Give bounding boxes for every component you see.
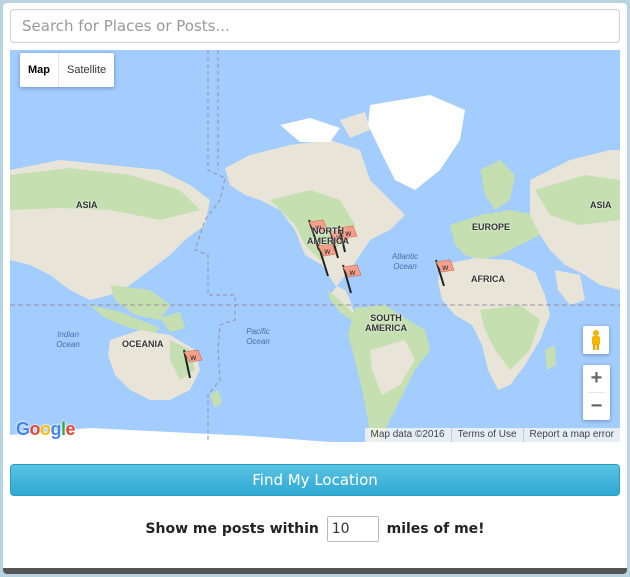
ocean-label-pacific: Pacific Ocean (246, 327, 270, 346)
continent-label-asia-left: ASIA (76, 200, 98, 210)
bottom-bar (3, 568, 627, 574)
radius-suffix-label: miles of me! (386, 521, 485, 537)
radius-filter: Show me posts within miles of me! (0, 516, 630, 542)
terms-of-use-link[interactable]: Terms of Use (450, 428, 523, 442)
continent-label-europe: EUROPE (472, 222, 511, 232)
world-map[interactable]: w w w w w w w (10, 50, 620, 442)
zoom-in-button[interactable]: + (583, 365, 610, 392)
report-map-error-link[interactable]: Report a map error (522, 428, 620, 442)
map-data-text: Map data ©2016 (370, 429, 445, 440)
continent-label-north-america: NORTH AMERICA (307, 226, 349, 246)
svg-text:w: w (442, 263, 449, 272)
map-type-map-button[interactable]: Map (20, 53, 58, 87)
zoom-out-button[interactable]: − (583, 393, 610, 420)
google-logo[interactable]: Google (16, 419, 76, 440)
zoom-control: + − (583, 365, 610, 420)
continent-label-south-america: SOUTH AMERICA (365, 313, 407, 333)
svg-text:w: w (349, 268, 356, 277)
map-type-control: Map Satellite (20, 53, 115, 87)
map-type-satellite-button[interactable]: Satellite (58, 53, 114, 87)
ocean-label-indian: Indian Ocean (56, 330, 80, 349)
find-my-location-button[interactable]: Find My Location (10, 464, 620, 496)
continent-label-africa: AFRICA (471, 274, 505, 284)
svg-text:w: w (324, 247, 331, 256)
radius-miles-input[interactable] (326, 516, 379, 542)
continent-label-oceania: OCEANIA (122, 339, 164, 349)
map-view[interactable]: w w w w w w w ASIA NORTH AMERICA EUROPE … (10, 50, 620, 442)
map-attribution: Map data ©2016 Terms of Use Report a map… (364, 428, 620, 442)
continent-label-asia-right: ASIA (590, 200, 612, 210)
radius-prefix-label: Show me posts within (145, 521, 319, 537)
street-view-pegman-icon[interactable] (583, 326, 609, 354)
search-input[interactable] (10, 9, 620, 43)
ocean-label-atlantic: Atlantic Ocean (391, 252, 419, 271)
svg-text:w: w (190, 353, 197, 362)
